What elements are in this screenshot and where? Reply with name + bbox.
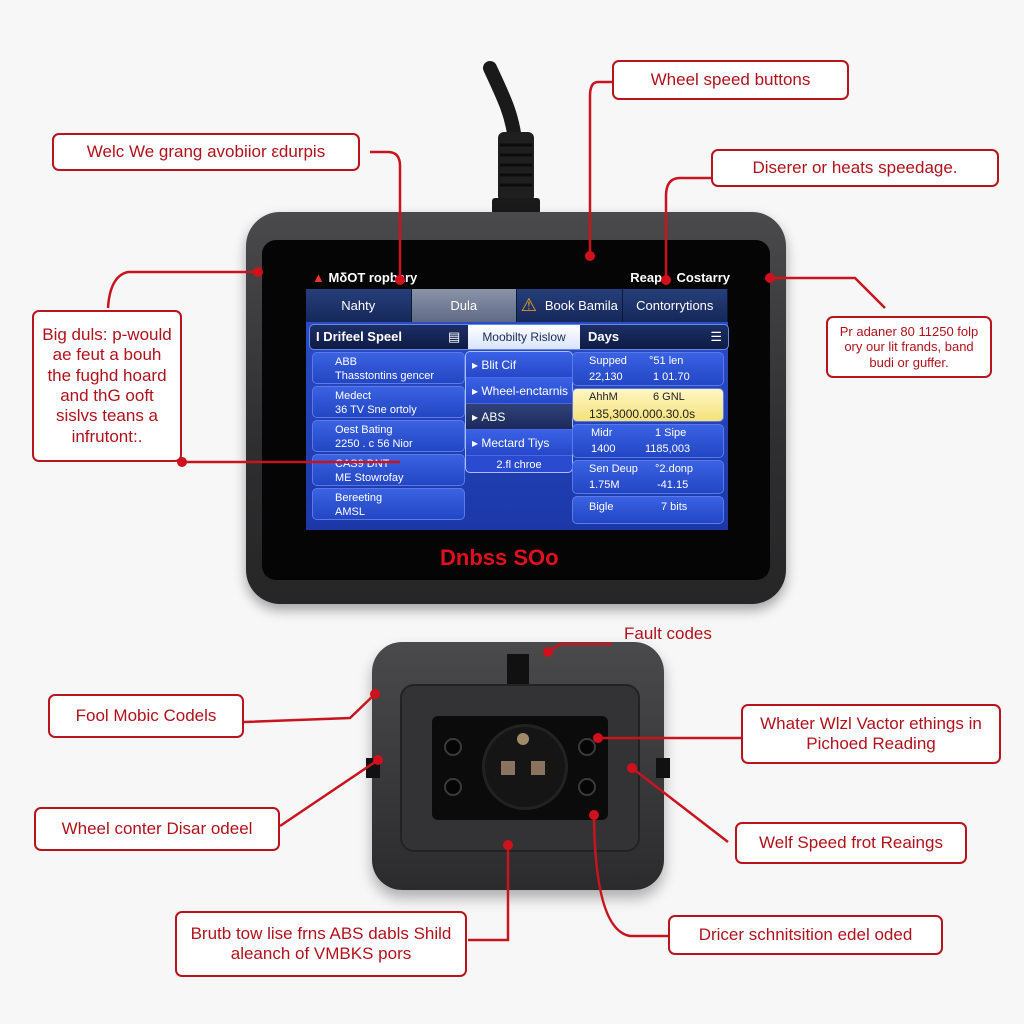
callout-right-mid: Pr adaner 80 11250 folp ory our lit fran… [826, 316, 992, 378]
brand-logo: Dnbss SOo [440, 545, 559, 570]
tab-3[interactable]: Contorrytions [622, 289, 728, 322]
side-notch-left [366, 758, 380, 778]
connector-face [432, 716, 608, 820]
pin-hole [578, 738, 596, 756]
side-notch-right [656, 758, 670, 778]
tab-2[interactable]: ⚠ Book Bamila [517, 289, 623, 322]
screen-status-bar: ▲ MδOT ropbary Reap Costarry [312, 270, 730, 288]
screw [517, 733, 529, 745]
menu-footer: 2.fl chroe [496, 459, 542, 471]
list-item[interactable]: CAS9 DNT ME Stowrofay [312, 454, 465, 486]
leader-line [770, 276, 886, 309]
pin [501, 761, 515, 775]
subbar-mid-tab[interactable]: Moobilty Rislow [468, 325, 580, 349]
list-item[interactable]: Medect 36 TV Sne ortoly [312, 386, 465, 418]
tab-1[interactable]: Dula [411, 289, 517, 322]
pin [531, 761, 545, 775]
reading-row[interactable]: Sen Deup °2.donp 1.75M -41.15 [572, 460, 724, 494]
readings-list: Supped °51 len 22,130 1 01.70 AhhM 6 GNL 135,… [572, 352, 724, 526]
menu-item[interactable]: ▸ Wheel-enctarnis [466, 378, 572, 404]
callout-left-mid: Big duls: p-would ae feut a bouh the fug… [32, 310, 182, 462]
leader-line [106, 270, 258, 309]
menu-item[interactable]: ▸ Mectard Tiys [466, 430, 572, 456]
leader-line [243, 693, 376, 724]
label-fault-codes: Fault codes [624, 624, 712, 643]
window-icon[interactable]: ▤ [448, 329, 460, 345]
callout-top-left: Welc We grang avobiior εdurpis [52, 133, 360, 171]
subbar-right[interactable]: Days [588, 329, 619, 344]
screen-tabs: Nahty Dula ⚠ Book Bamila Contorrytions [306, 289, 728, 322]
callout-conn-right-1: Whater Wlzl Vactor ethings in Pichoed Re… [741, 704, 1001, 764]
callout-conn-bottom-right: Dricer schnitsition edel oded [668, 915, 943, 955]
callout-conn-bottom-left: Brutb tow lise frns ABS dabls Shild alea… [175, 911, 467, 977]
dropdown-menu: ▸ Blit Cif ▸ Wheel-enctarnis ▸ ABS ▸ Mec… [465, 351, 573, 473]
top-notch [507, 654, 529, 684]
callout-conn-left-1: Fool Mobic Codels [48, 694, 244, 738]
reading-row[interactable]: Midr 1 Sipe 1400 1185,003 [572, 424, 724, 458]
status-right: Reap Costarry [630, 270, 730, 285]
callout-conn-right-2: Welf Speed frot Reaings [735, 822, 967, 864]
callout-wheel-speed-buttons: Wheel speed buttons [612, 60, 849, 100]
menu-item[interactable]: ▸ Blit Cif [466, 352, 572, 378]
menu-item-selected[interactable]: ▸ ABS [466, 404, 572, 430]
subbar-left[interactable]: I Drifeel Speel [316, 329, 402, 344]
triangle-right-icon: ▸ [472, 383, 482, 398]
leader-line [279, 758, 379, 828]
pin-hole [444, 738, 462, 756]
callout-speedage: Diserer or heats speedage. [711, 149, 999, 187]
socket [482, 724, 568, 810]
list-item[interactable]: ABB Thasstontins gencer [312, 352, 465, 384]
reading-row[interactable]: Bigle 7 bits [572, 496, 724, 524]
sub-toolbar: I Drifeel Speel ▤ Moobilty Rislow Days ☰ [309, 324, 729, 350]
triangle-right-icon: ▸ [472, 409, 482, 424]
reading-row-highlighted[interactable]: AhhM 6 GNL 135,3000.000.30.0s [572, 388, 724, 422]
list-item[interactable]: Bereeting AMSL [312, 488, 465, 520]
list-item[interactable]: Oest Bating 2250 . c 56 Nior [312, 420, 465, 452]
alert-icon: ▲ [312, 270, 325, 285]
triangle-right-icon: ▸ [472, 435, 482, 450]
status-left: ▲ MδOT ropbary [312, 270, 418, 285]
pin-hole [444, 778, 462, 796]
triangle-right-icon: ▸ [472, 357, 482, 372]
warning-icon: ⚠ [520, 295, 537, 315]
connector-frame [400, 684, 640, 852]
tab-0[interactable]: Nahty [306, 289, 412, 322]
callout-conn-left-2: Wheel conter Disar odeel [34, 807, 280, 851]
list-icon[interactable]: ☰ [710, 329, 722, 345]
left-list: ABB Thasstontins gencer Medect 36 TV Sne o… [312, 352, 465, 522]
obd-connector [366, 642, 670, 890]
reading-row[interactable]: Supped °51 len 22,130 1 01.70 [572, 352, 724, 386]
pin-hole [578, 778, 596, 796]
